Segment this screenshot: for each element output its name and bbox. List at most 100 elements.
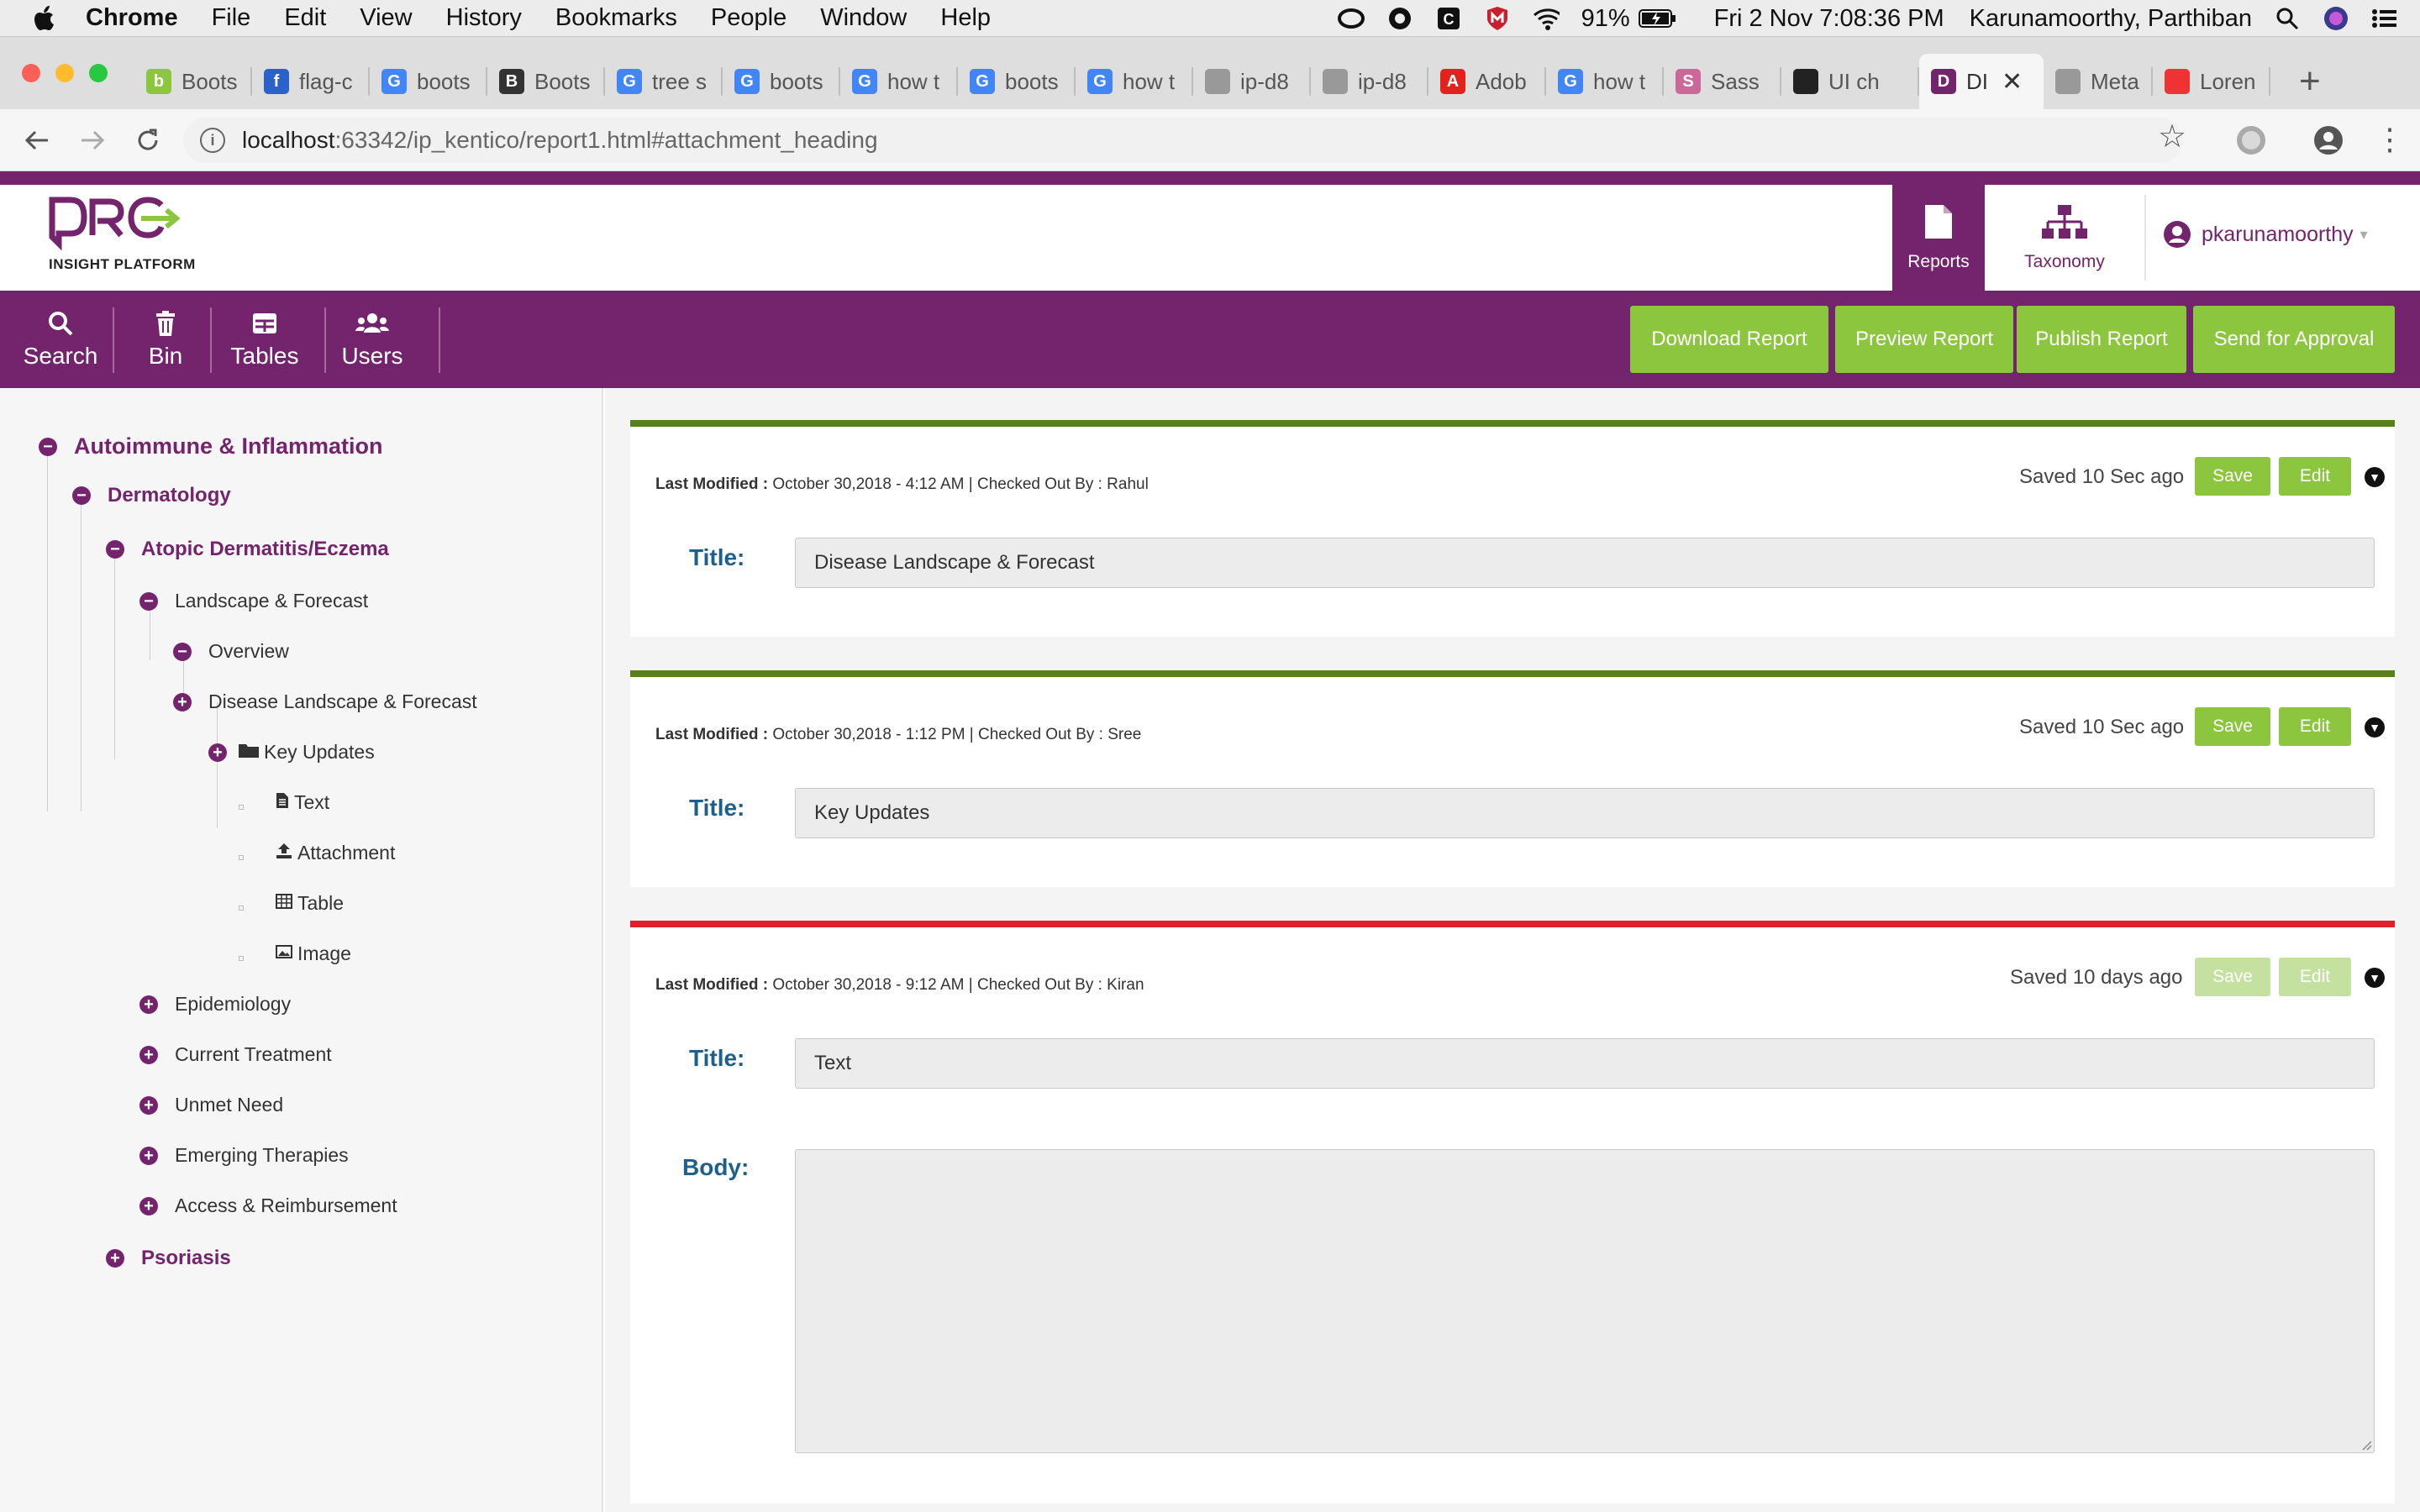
- search-button[interactable]: Search: [18, 291, 103, 388]
- tree-node-autoimmune[interactable]: − Autoimmune & Inflammation: [39, 433, 383, 459]
- extension-icon[interactable]: [2237, 126, 2265, 155]
- close-window-button[interactable]: [22, 64, 40, 82]
- save-button[interactable]: Save: [2195, 707, 2270, 746]
- browser-tab[interactable]: UI ch: [1781, 54, 1919, 109]
- tree-leaf-table[interactable]: Table: [276, 892, 344, 915]
- cisco-vpn-icon[interactable]: C: [1435, 5, 1462, 32]
- download-report-button[interactable]: Download Report: [1630, 306, 1828, 373]
- menu-help[interactable]: Help: [940, 4, 991, 32]
- users-button[interactable]: Users: [333, 291, 412, 388]
- bin-button[interactable]: Bin: [126, 291, 205, 388]
- tree-node-key-updates[interactable]: + Key Updates: [208, 741, 375, 764]
- menu-view[interactable]: View: [360, 4, 412, 32]
- collapse-icon[interactable]: −: [173, 642, 192, 661]
- spotlight-search-icon[interactable]: [2274, 5, 2301, 32]
- tree-node-access-reimbursement[interactable]: + Access & Reimbursement: [139, 1194, 397, 1217]
- menu-app-name[interactable]: Chrome: [86, 4, 178, 32]
- tree-leaf-attachment[interactable]: Attachment: [276, 842, 395, 864]
- browser-tab[interactable]: Gboots: [370, 54, 487, 109]
- tree-leaf-text[interactable]: Text: [276, 791, 329, 814]
- back-arrow-icon[interactable]: [17, 120, 57, 160]
- address-bar[interactable]: i localhost:63342/ip_kentico/report1.htm…: [183, 118, 2183, 163]
- browser-menu-icon[interactable]: ⋮: [2375, 124, 2405, 155]
- drg-logo[interactable]: INSIGHT PLATFORM: [49, 195, 196, 273]
- site-info-icon[interactable]: i: [200, 128, 225, 153]
- browser-tab[interactable]: ip-d8: [1311, 54, 1428, 109]
- title-input[interactable]: Text: [795, 1038, 2375, 1089]
- browser-tab[interactable]: Ghow t: [1076, 54, 1193, 109]
- collapse-icon[interactable]: −: [106, 540, 124, 559]
- body-textarea[interactable]: [795, 1149, 2375, 1453]
- tree-node-dermatology[interactable]: − Dermatology: [72, 484, 231, 507]
- browser-tab[interactable]: Meta: [2044, 54, 2153, 109]
- menu-bookmarks[interactable]: Bookmarks: [555, 4, 677, 32]
- tree-node-epidemiology[interactable]: + Epidemiology: [139, 993, 291, 1016]
- user-menu[interactable]: pkarunamoorthy ▾: [2163, 220, 2368, 249]
- expand-icon[interactable]: +: [208, 743, 227, 762]
- profile-avatar-icon[interactable]: [2314, 126, 2343, 155]
- forward-arrow-icon[interactable]: [72, 120, 113, 160]
- tree-node-disease-landscape[interactable]: + Disease Landscape & Forecast: [173, 690, 477, 713]
- creative-cloud-icon[interactable]: [1337, 5, 1365, 32]
- new-tab-button[interactable]: +: [2299, 60, 2321, 102]
- wifi-icon[interactable]: [1533, 5, 1560, 32]
- title-input[interactable]: Disease Landscape & Forecast: [795, 538, 2375, 588]
- edit-button[interactable]: Edit: [2279, 707, 2351, 746]
- browser-tab[interactable]: Loren: [2153, 54, 2270, 109]
- browser-tab[interactable]: ip-d8: [1193, 54, 1311, 109]
- browser-tab[interactable]: b Boots: [134, 54, 252, 109]
- sync-status-icon[interactable]: [1386, 5, 1413, 32]
- collapse-icon[interactable]: −: [139, 591, 158, 611]
- resize-handle-icon[interactable]: [2359, 1437, 2372, 1451]
- expand-icon[interactable]: +: [173, 692, 192, 711]
- chevron-down-icon[interactable]: ▼: [2365, 968, 2385, 988]
- browser-tab[interactable]: f flag-c: [252, 54, 370, 109]
- reload-icon[interactable]: [128, 120, 168, 160]
- menu-edit[interactable]: Edit: [284, 4, 326, 32]
- expand-icon[interactable]: +: [106, 1249, 124, 1268]
- nav-taxonomy[interactable]: Taxonomy: [1985, 185, 2144, 291]
- chevron-down-icon[interactable]: ▼: [2365, 467, 2385, 487]
- edit-button[interactable]: Edit: [2279, 457, 2351, 496]
- menu-history[interactable]: History: [446, 4, 522, 32]
- minimize-window-button[interactable]: [55, 64, 74, 82]
- browser-tab[interactable]: S Sass: [1664, 54, 1781, 109]
- send-for-approval-button[interactable]: Send for Approval: [2193, 306, 2395, 373]
- preview-report-button[interactable]: Preview Report: [1835, 306, 2013, 373]
- menubar-datetime[interactable]: Fri 2 Nov 7:08:36 PM: [1714, 5, 1944, 33]
- browser-tab[interactable]: Ghow t: [840, 54, 958, 109]
- browser-tab[interactable]: Ghow t: [1546, 54, 1664, 109]
- mcafee-shield-icon[interactable]: [1484, 5, 1511, 32]
- expand-icon[interactable]: +: [139, 995, 158, 1014]
- publish-report-button[interactable]: Publish Report: [2017, 306, 2186, 373]
- bookmark-star-icon[interactable]: ☆: [2158, 118, 2186, 155]
- tree-node-atopic-dermatitis[interactable]: − Atopic Dermatitis/Eczema: [106, 538, 389, 561]
- menu-file[interactable]: File: [212, 4, 251, 32]
- tree-node-unmet-need[interactable]: + Unmet Need: [139, 1094, 283, 1116]
- browser-tab[interactable]: Gboots: [958, 54, 1076, 109]
- battery-charging-icon[interactable]: [1638, 5, 1677, 32]
- expand-icon[interactable]: +: [139, 1095, 158, 1115]
- expand-icon[interactable]: +: [139, 1045, 158, 1064]
- collapse-icon[interactable]: −: [39, 437, 57, 456]
- zoom-window-button[interactable]: [89, 64, 108, 82]
- menu-window[interactable]: Window: [820, 4, 907, 32]
- tree-leaf-image[interactable]: Image: [276, 942, 351, 965]
- notification-center-icon[interactable]: [2371, 5, 2398, 32]
- save-button[interactable]: Save: [2195, 457, 2270, 496]
- tree-node-emerging-therapies[interactable]: + Emerging Therapies: [139, 1144, 349, 1167]
- browser-tab-active[interactable]: D DI ✕: [1919, 54, 2044, 109]
- close-tab-icon[interactable]: ✕: [2002, 67, 2023, 97]
- tree-node-current-treatment[interactable]: + Current Treatment: [139, 1043, 332, 1066]
- collapse-icon[interactable]: −: [72, 486, 91, 505]
- tree-node-landscape-forecast[interactable]: − Landscape & Forecast: [139, 590, 368, 612]
- save-button[interactable]: Save: [2195, 958, 2270, 996]
- browser-tab[interactable]: B Boots: [487, 54, 605, 109]
- tables-button[interactable]: Tables: [218, 291, 311, 388]
- expand-icon[interactable]: +: [139, 1146, 158, 1165]
- chevron-down-icon[interactable]: ▼: [2365, 717, 2385, 738]
- tree-node-psoriasis[interactable]: + Psoriasis: [106, 1247, 231, 1270]
- apple-icon[interactable]: [34, 4, 59, 33]
- menu-people[interactable]: People: [711, 4, 786, 32]
- browser-tab[interactable]: Gtree s: [605, 54, 723, 109]
